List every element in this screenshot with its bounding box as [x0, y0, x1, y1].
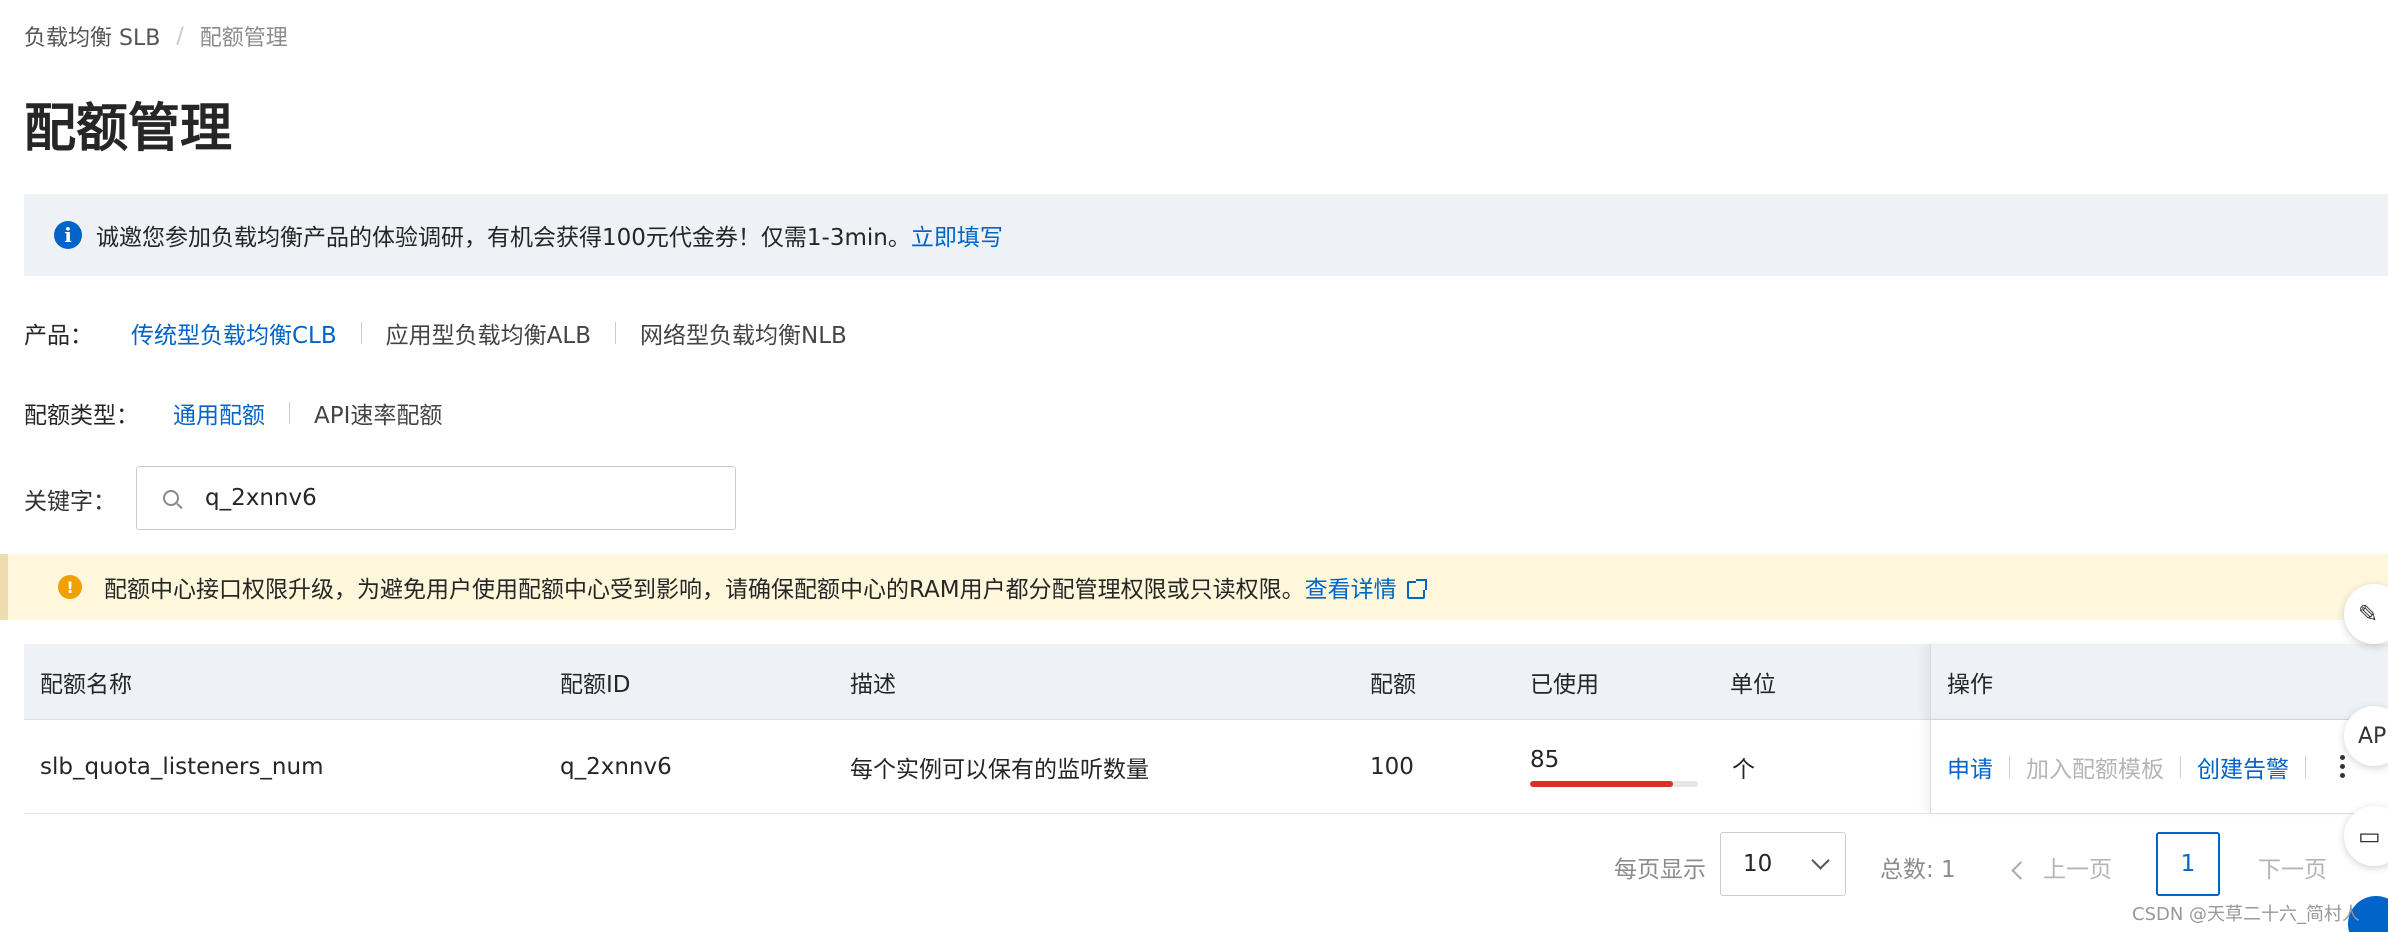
- table-row: slb_quota_listeners_num q_2xnnv6 每个实例可以保…: [24, 720, 2388, 814]
- add-to-template-button[interactable]: 加入配额模板: [2026, 750, 2164, 784]
- product-option-nlb[interactable]: 网络型负载均衡NLB: [640, 316, 847, 350]
- keyword-label: 关键字：: [24, 489, 116, 515]
- warning-banner-text: 配额中心接口权限升级，为避免用户使用配额中心受到影响，请确保配额中心的RAM用户…: [104, 577, 1305, 603]
- row-actions: 申请 加入配额模板 创建告警: [1930, 720, 2388, 813]
- product-filter-label: 产品：: [24, 323, 93, 349]
- chevron-down-icon: [1811, 850, 1830, 870]
- watermark: CSDN @天草二十六_简村人: [2132, 904, 2361, 925]
- quota-name: slb_quota_listeners_num: [40, 753, 324, 780]
- product-option-clb[interactable]: 传统型负载均衡CLB: [131, 316, 337, 350]
- chevron-left-icon: [2011, 861, 2030, 880]
- quota-type-filter: 配额类型： 通用配额 API速率配额: [24, 396, 442, 430]
- prev-page-button[interactable]: 上一页: [2011, 850, 2112, 884]
- quota-table: 配额名称 配额ID 描述 配额 已使用 单位 操作 slb_quota_list…: [24, 644, 2388, 814]
- external-link-icon: [1406, 579, 1427, 599]
- quota-unit: 个: [1732, 756, 1755, 783]
- quota-used-value: 85: [1530, 746, 1560, 773]
- page-size-value: 10: [1743, 851, 1773, 877]
- column-header-name: 配额名称: [40, 671, 132, 698]
- warning-icon: !: [58, 575, 82, 599]
- column-header-used: 已使用: [1530, 671, 1599, 698]
- column-header-unit: 单位: [1730, 671, 1776, 698]
- page-size-select[interactable]: 10: [1720, 832, 1846, 896]
- breadcrumb-slb[interactable]: 负载均衡 SLB: [24, 20, 160, 52]
- quota-type-general[interactable]: 通用配额: [173, 396, 265, 430]
- breadcrumb-separator: /: [176, 23, 184, 49]
- page-button-1[interactable]: 1: [2156, 832, 2220, 896]
- apply-button[interactable]: 申请: [1947, 750, 1993, 784]
- column-header-actions: 操作: [1930, 644, 2388, 719]
- quota-type-api-rate[interactable]: API速率配额: [314, 396, 442, 430]
- breadcrumb-current: 配额管理: [199, 26, 288, 51]
- view-details-link[interactable]: 查看详情: [1305, 570, 1427, 604]
- table-header: 配额名称 配额ID 描述 配额 已使用 单位 操作: [24, 644, 2388, 720]
- create-alert-button[interactable]: 创建告警: [2197, 750, 2289, 784]
- quota-description: 每个实例可以保有的监听数量: [850, 756, 1149, 783]
- column-header-id: 配额ID: [560, 671, 631, 698]
- info-icon: i: [54, 221, 82, 249]
- search-icon: [163, 490, 179, 506]
- permission-warning-banner: ! 配额中心接口权限升级，为避免用户使用配额中心受到影响，请确保配额中心的RAM…: [0, 554, 2388, 620]
- search-input[interactable]: [205, 485, 605, 511]
- product-option-alb[interactable]: 应用型负载均衡ALB: [386, 316, 591, 350]
- feedback-icon[interactable]: ▭: [2344, 806, 2388, 866]
- product-filter: 产品： 传统型负载均衡CLB 应用型负载均衡ALB 网络型负载均衡NLB: [24, 316, 847, 350]
- breadcrumb: 负载均衡 SLB / 配额管理: [24, 20, 288, 52]
- page-size-label: 每页显示: [1614, 857, 1706, 883]
- total-count: 总数: 1: [1880, 857, 1956, 883]
- survey-banner: i 诚邀您参加负载均衡产品的体验调研，有机会获得100元代金券！仅需1-3min…: [24, 194, 2388, 276]
- quota-id: q_2xnnv6: [560, 753, 672, 780]
- search-box[interactable]: [136, 466, 736, 530]
- next-page-button[interactable]: 下一页: [2258, 850, 2327, 884]
- survey-link[interactable]: 立即填写: [911, 218, 1003, 252]
- page-title: 配额管理: [24, 99, 233, 159]
- quota-value: 100: [1370, 753, 1414, 780]
- quota-type-label: 配额类型：: [24, 403, 139, 429]
- survey-banner-text: 诚邀您参加负载均衡产品的体验调研，有机会获得100元代金券！仅需1-3min。: [96, 225, 911, 251]
- column-header-description: 描述: [850, 671, 896, 698]
- more-actions-icon[interactable]: [2340, 755, 2345, 778]
- usage-progress-bar: [1530, 780, 1698, 787]
- quota-used: 85: [1530, 720, 1698, 813]
- column-header-quota: 配额: [1370, 671, 1416, 698]
